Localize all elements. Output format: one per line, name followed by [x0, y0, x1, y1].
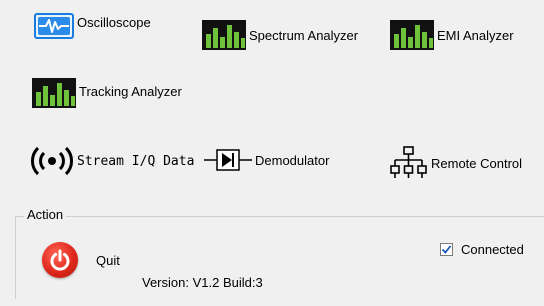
power-icon: [42, 242, 78, 278]
checkbox-box[interactable]: [440, 243, 453, 256]
network-icon: [390, 146, 428, 180]
spectrum-bars-icon: [32, 78, 76, 108]
broadcast-icon: [30, 146, 74, 176]
stream-iq-button[interactable]: Stream I/Q Data: [30, 146, 194, 176]
connected-checkbox[interactable]: Connected: [440, 242, 524, 257]
emi-analyzer-button[interactable]: EMI Analyzer: [390, 20, 514, 50]
diode-icon: [204, 145, 252, 175]
emi-analyzer-label: EMI Analyzer: [437, 27, 514, 43]
oscilloscope-icon: [34, 13, 74, 39]
action-group-title: Action: [24, 207, 67, 222]
oscilloscope-label: Oscilloscope: [77, 14, 151, 30]
remote-control-label: Remote Control: [431, 155, 523, 171]
tracking-analyzer-button[interactable]: Tracking Analyzer: [32, 78, 182, 108]
connected-label: Connected: [461, 242, 524, 257]
quit-button[interactable]: Quit: [42, 242, 120, 278]
spectrum-bars-icon: [390, 20, 434, 50]
quit-label: Quit: [96, 252, 120, 268]
tracking-analyzer-label: Tracking Analyzer: [79, 83, 182, 99]
oscilloscope-button[interactable]: Oscilloscope: [34, 13, 151, 39]
demodulator-button[interactable]: Demodulator: [204, 145, 329, 175]
spectrum-analyzer-button[interactable]: Spectrum Analyzer: [202, 20, 358, 50]
checkmark-icon: [441, 245, 452, 254]
stream-iq-label: Stream I/Q Data: [77, 153, 195, 169]
main-window: Oscilloscope Spectrum Analyzer EMI Analy…: [0, 0, 544, 306]
spectrum-bars-icon: [202, 20, 246, 50]
version-text: Version: V1.2 Build:3: [142, 275, 263, 290]
remote-control-button[interactable]: Remote Control: [390, 146, 522, 180]
spectrum-analyzer-label: Spectrum Analyzer: [249, 27, 359, 43]
demodulator-label: Demodulator: [255, 152, 330, 168]
